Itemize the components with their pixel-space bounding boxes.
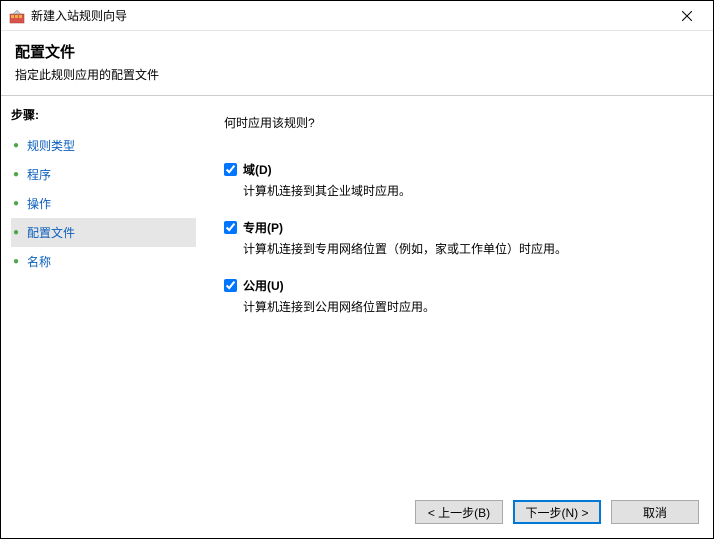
step-label: 操作 [27,195,51,212]
checkbox-row-private: 专用(P) 计算机连接到专用网络位置（例如，家或工作单位）时应用。 [224,219,689,257]
checkbox-row-public: 公用(U) 计算机连接到公用网络位置时应用。 [224,277,689,315]
content-question: 何时应用该规则? [224,114,689,131]
step-program[interactable]: ● 程序 [11,160,196,189]
titlebar: 新建入站规则向导 [1,1,713,31]
close-button[interactable] [665,2,709,30]
checkbox-line[interactable]: 域(D) [224,161,689,178]
bullet-icon: ● [13,198,27,209]
steps-sidebar: 步骤: ● 规则类型 ● 程序 ● 操作 ● 配置文件 ● 名称 [1,96,196,490]
wizard-content: 何时应用该规则? 域(D) 计算机连接到其企业域时应用。 专用(P) 计算机连接… [196,96,713,490]
checkbox-domain[interactable] [224,163,237,176]
checkbox-desc: 计算机连接到专用网络位置（例如，家或工作单位）时应用。 [243,240,689,257]
step-name[interactable]: ● 名称 [11,247,196,276]
checkbox-private[interactable] [224,221,237,234]
checkbox-public[interactable] [224,279,237,292]
page-subheading: 指定此规则应用的配置文件 [15,66,699,83]
back-button[interactable]: < 上一步(B) [415,500,503,524]
step-rule-type[interactable]: ● 规则类型 [11,131,196,160]
wizard-header: 配置文件 指定此规则应用的配置文件 [1,31,713,95]
bullet-icon: ● [13,256,27,267]
step-action[interactable]: ● 操作 [11,189,196,218]
step-profile[interactable]: ● 配置文件 [11,218,196,247]
bullet-icon: ● [13,169,27,180]
checkbox-label: 域(D) [243,161,272,178]
step-label: 程序 [27,166,51,183]
wizard-footer: < 上一步(B) 下一步(N) > 取消 [1,490,713,538]
checkbox-row-domain: 域(D) 计算机连接到其企业域时应用。 [224,161,689,199]
checkbox-line[interactable]: 公用(U) [224,277,689,294]
step-label: 配置文件 [27,224,75,241]
cancel-button[interactable]: 取消 [611,500,699,524]
next-button[interactable]: 下一步(N) > [513,500,601,524]
checkbox-label: 专用(P) [243,219,283,236]
wizard-window: 新建入站规则向导 配置文件 指定此规则应用的配置文件 步骤: ● 规则类型 ● … [0,0,714,539]
steps-title: 步骤: [11,106,196,123]
checkbox-desc: 计算机连接到其企业域时应用。 [243,182,689,199]
step-label: 名称 [27,253,51,270]
wizard-body: 步骤: ● 规则类型 ● 程序 ● 操作 ● 配置文件 ● 名称 [1,96,713,490]
checkbox-desc: 计算机连接到公用网络位置时应用。 [243,298,689,315]
checkbox-line[interactable]: 专用(P) [224,219,689,236]
app-icon [9,8,25,24]
page-heading: 配置文件 [15,41,699,62]
bullet-icon: ● [13,227,27,238]
bullet-icon: ● [13,140,27,151]
step-label: 规则类型 [27,137,75,154]
checkbox-label: 公用(U) [243,277,284,294]
window-title: 新建入站规则向导 [31,7,665,24]
